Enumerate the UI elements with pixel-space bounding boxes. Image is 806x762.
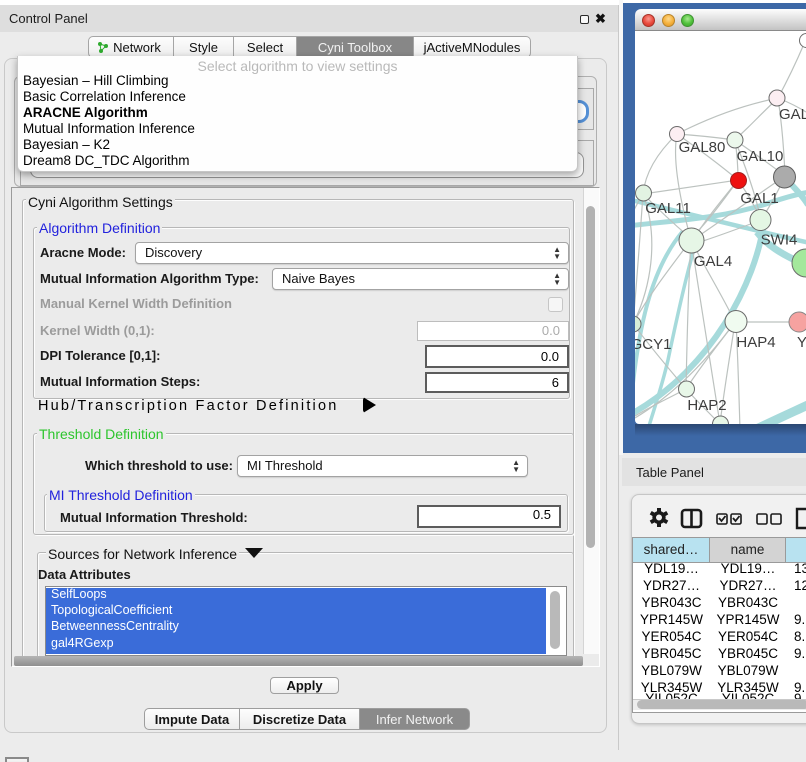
svg-text:GAL80: GAL80	[679, 139, 726, 156]
svg-text:GCY1: GCY1	[635, 336, 671, 353]
svg-text:HAP4: HAP4	[736, 334, 775, 351]
svg-text:GAL10: GAL10	[737, 148, 784, 165]
svg-text:HAP2: HAP2	[687, 397, 726, 414]
svg-text:SWI4: SWI4	[761, 232, 798, 249]
svg-text:GAL4: GAL4	[694, 253, 732, 270]
svg-text:GAL11: GAL11	[645, 200, 691, 217]
svg-text:GAL2: GAL2	[779, 106, 806, 123]
svg-text:GAL1: GAL1	[740, 190, 778, 207]
svg-text:Y: Y	[797, 334, 806, 351]
